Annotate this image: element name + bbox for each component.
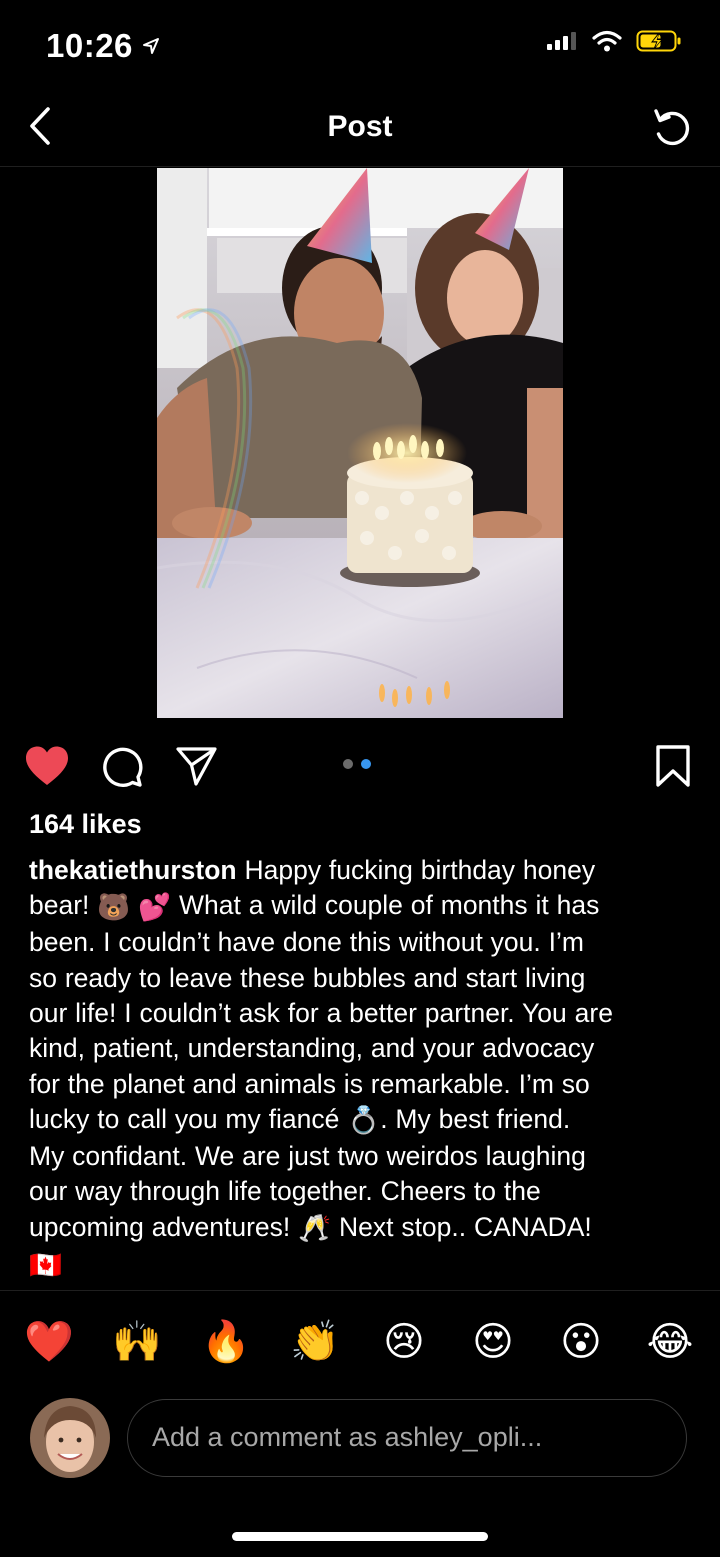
reaction-tears-of-joy[interactable]: 😂 [645,1317,695,1367]
status-time: 10:26 [46,27,161,65]
comment-icon [103,747,143,788]
save-button[interactable] [650,743,696,789]
comment-placeholder: Add a comment as ashley_opli... [152,1422,543,1452]
caption-text: our way through life together. Cheers to… [29,1176,541,1207]
page-title: Post [327,110,393,143]
wifi-icon [592,30,622,52]
like-button[interactable] [24,743,70,789]
caption-text: so ready to leave these bubbles and star… [29,962,586,993]
caption-text: upcoming adventures! [29,1211,299,1242]
reaction-crying-face[interactable]: 😢 [379,1317,429,1367]
comment-input[interactable]: Add a comment as ashley_opli... [127,1399,687,1477]
reaction-raising-hands[interactable]: 🙌 [112,1317,162,1367]
status-indicators [546,30,682,52]
avatar-image [30,1398,110,1478]
bookmark-icon [656,745,690,787]
caption-text: kind, patient, understanding, and your a… [29,1033,595,1064]
reaction-fire[interactable]: 🔥 [201,1317,251,1367]
caption-text: Next stop.. CANADA! [331,1211,592,1242]
post-action-bar [0,735,720,795]
location-arrow-icon [142,38,159,54]
post-photo[interactable] [157,168,563,718]
share-button[interactable] [173,743,219,789]
reaction-clapping-hands[interactable]: 👏 [290,1317,340,1367]
home-indicator[interactable] [232,1532,488,1541]
status-bar: 10:26 [0,0,720,90]
caption-text: our life! I couldn’t ask for a better pa… [29,997,613,1028]
heart-icon [26,746,68,785]
refresh-button[interactable] [650,106,694,150]
caption-text: What a wild couple of months it has [171,890,600,921]
likes-count[interactable]: 164 likes [29,809,142,840]
caption-username[interactable]: thekatiethurston [29,855,237,885]
status-time-text: 10:26 [46,27,133,64]
post-photo-image [157,168,563,718]
cellular-signal-icon [547,32,576,50]
reaction-surprised-face[interactable]: 😮 [556,1317,606,1367]
refresh-icon [654,109,690,146]
cheers-emoji: 🥂 [298,1212,332,1243]
canada-flag-emoji: 🇨🇦 [29,1249,62,1280]
send-icon [176,747,217,786]
top-nav-bar: Post [0,90,720,167]
caption-text: Happy fucking birthday honey [236,855,596,885]
caption-text: . My best friend. [380,1104,571,1135]
bear-emoji: 🐻 [97,891,131,922]
battery-charging-icon [636,30,681,52]
ring-emoji: 💍 [347,1105,381,1136]
comment-button[interactable] [99,743,145,789]
carousel-dot-active [361,759,371,769]
post-caption: thekatiethurston Happy fucking birthday … [29,853,701,1283]
quick-reactions-bar: ❤️ 🙌 🔥 👏 😢 😍 😮 😂 [0,1290,720,1391]
carousel-indicator [343,759,371,769]
caption-text: bear! [29,890,98,921]
reaction-heart-eyes[interactable]: 😍 [468,1317,518,1367]
caption-text: lucky to call you my fiancé [29,1104,348,1135]
hearts-emoji: 💕 [138,891,172,922]
caption-text: been. I couldn’t have done this without … [29,927,584,958]
caption-text: My confidant. We are just two weirdos la… [29,1140,586,1171]
caption-text: for the planet and animals is remarkable… [29,1068,590,1099]
avatar [30,1398,110,1478]
carousel-dot [343,759,353,769]
reaction-red-heart[interactable]: ❤️ [24,1317,74,1367]
